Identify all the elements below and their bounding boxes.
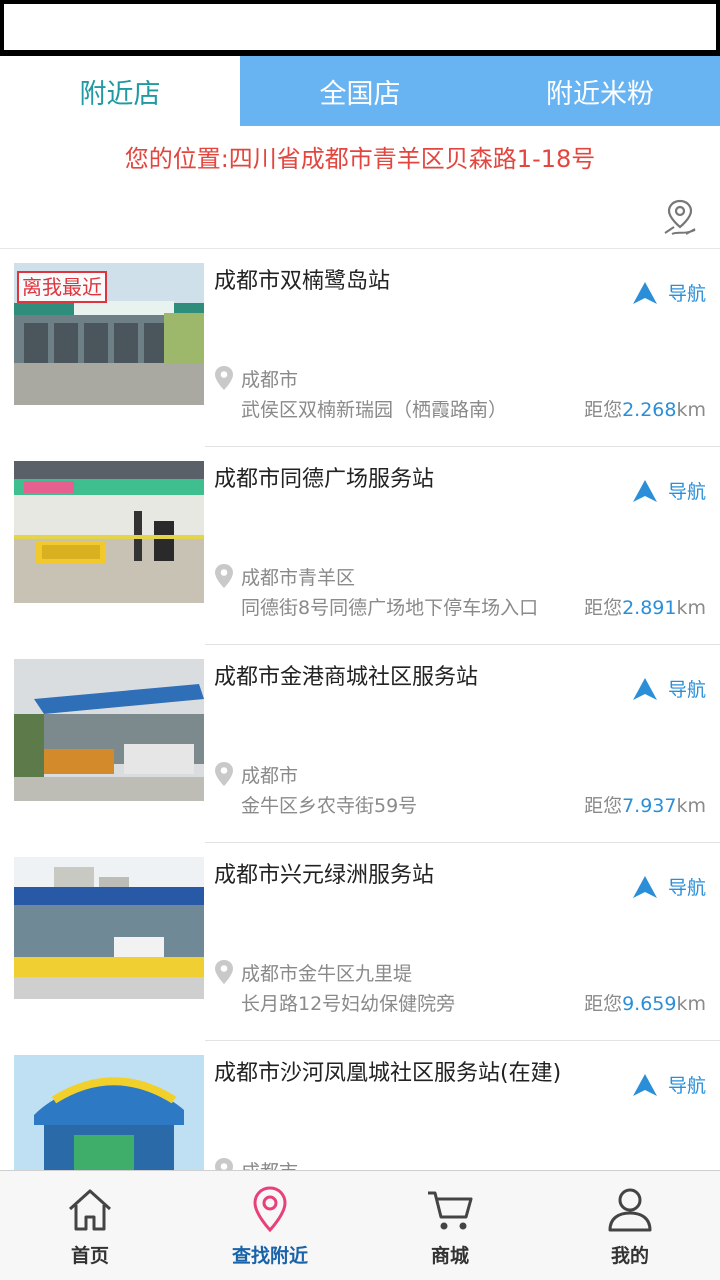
list-item[interactable]: 离我最近 成都市双楠鹭岛站 导航 成都市 武侯区双楠新瑞园（栖霞路南） 距您2.… xyxy=(0,249,720,447)
store-address: 同德街8号同德广场地下停车场入口 xyxy=(241,597,539,619)
tab-nearby-rice-noodles[interactable]: 附近米粉 xyxy=(480,56,720,126)
navigate-label: 导航 xyxy=(667,679,706,701)
nav-home-label: 首页 xyxy=(70,1245,109,1267)
store-city: 成都市 xyxy=(241,369,299,391)
navigate-button[interactable]: 导航 xyxy=(632,675,706,702)
store-city: 成都市 xyxy=(241,765,299,787)
store-photo xyxy=(14,857,204,999)
nav-home[interactable]: 首页 xyxy=(0,1171,180,1280)
store-name: 成都市双楠鹭岛站 xyxy=(214,269,391,294)
map-pin-icon[interactable] xyxy=(662,198,698,238)
navigate-button[interactable]: 导航 xyxy=(632,1071,706,1098)
store-tabs: 附近店 全国店 附近米粉 xyxy=(0,56,720,126)
navigate-label: 导航 xyxy=(667,1075,706,1097)
navigation-arrow-icon xyxy=(632,677,657,700)
user-icon xyxy=(608,1188,652,1232)
store-city: 成都市 xyxy=(241,1157,298,1170)
location-pin-icon xyxy=(215,564,233,588)
navigation-arrow-icon xyxy=(632,875,657,898)
list-item[interactable]: 成都市兴元绿洲服务站 导航 成都市金牛区九里堤 长月路12号妇幼保健院旁 距您9… xyxy=(0,843,720,1041)
nav-mall[interactable]: 商城 xyxy=(360,1171,540,1280)
store-address: 武侯区双楠新瑞园（栖霞路南） xyxy=(241,399,508,421)
top-status-bar xyxy=(0,0,720,56)
navigation-arrow-icon xyxy=(632,479,657,502)
navigation-arrow-icon xyxy=(632,1073,657,1096)
nearest-badge: 离我最近 xyxy=(17,271,107,303)
store-distance: 距您2.268km xyxy=(584,399,706,421)
store-name: 成都市金港商城社区服务站 xyxy=(214,665,479,690)
store-name: 成都市同德广场服务站 xyxy=(214,467,435,492)
store-distance: 距您2.891km xyxy=(584,597,706,619)
store-photo xyxy=(14,659,204,801)
navigate-label: 导航 xyxy=(667,877,706,899)
nav-mall-label: 商城 xyxy=(430,1245,469,1267)
store-distance: 距您7.937km xyxy=(584,795,706,817)
navigate-button[interactable]: 导航 xyxy=(632,279,706,306)
store-photo: 离我最近 xyxy=(14,263,204,405)
store-address: 长月路12号妇幼保健院旁 xyxy=(241,993,456,1015)
store-address: 金牛区乡农寺街59号 xyxy=(241,795,418,817)
store-distance: 距您9.659km xyxy=(584,993,706,1015)
navigate-label: 导航 xyxy=(667,481,706,503)
nav-find-nearby[interactable]: 查找附近 xyxy=(180,1171,360,1280)
navigate-button[interactable]: 导航 xyxy=(632,477,706,504)
nav-find-nearby-label: 查找附近 xyxy=(231,1245,308,1267)
navigate-button[interactable]: 导航 xyxy=(632,873,706,900)
location-pin-icon xyxy=(215,960,233,984)
cart-icon xyxy=(428,1191,473,1230)
location-pin-icon xyxy=(215,366,233,390)
store-name: 成都市沙河凤凰城社区服务站(在建) xyxy=(214,1061,562,1086)
tab-nearby-stores[interactable]: 附近店 xyxy=(0,56,240,126)
nav-mine-label: 我的 xyxy=(610,1245,649,1267)
store-name: 成都市兴元绿洲服务站 xyxy=(214,863,435,888)
store-city: 成都市青羊区 xyxy=(241,567,356,589)
store-photo xyxy=(14,1055,204,1170)
navigation-arrow-icon xyxy=(632,281,657,304)
current-location: 您的位置:四川省成都市青羊区贝森路1-18号 xyxy=(124,144,596,173)
store-city: 成都市金牛区九里堤 xyxy=(241,963,413,985)
location-pin-icon xyxy=(215,1158,233,1170)
location-pin-icon xyxy=(215,762,233,786)
tab-national-stores[interactable]: 全国店 xyxy=(240,56,480,126)
home-icon xyxy=(68,1189,112,1231)
list-item[interactable]: 成都市金港商城社区服务站 导航 成都市 金牛区乡农寺街59号 距您7.937km xyxy=(0,645,720,843)
bottom-navigation: 首页 查找附近 商城 我的 xyxy=(0,1170,720,1280)
location-pin-icon xyxy=(253,1186,287,1233)
nav-mine[interactable]: 我的 xyxy=(540,1171,720,1280)
list-item[interactable]: 成都市同德广场服务站 导航 成都市青羊区 同德街8号同德广场地下停车场入口 距您… xyxy=(0,447,720,645)
store-list: 离我最近 成都市双楠鹭岛站 导航 成都市 武侯区双楠新瑞园（栖霞路南） 距您2.… xyxy=(0,248,720,1170)
navigate-label: 导航 xyxy=(667,283,706,305)
store-photo xyxy=(14,461,204,603)
list-item[interactable]: 成都市沙河凤凰城社区服务站(在建) 导航 成都市 xyxy=(0,1041,720,1170)
